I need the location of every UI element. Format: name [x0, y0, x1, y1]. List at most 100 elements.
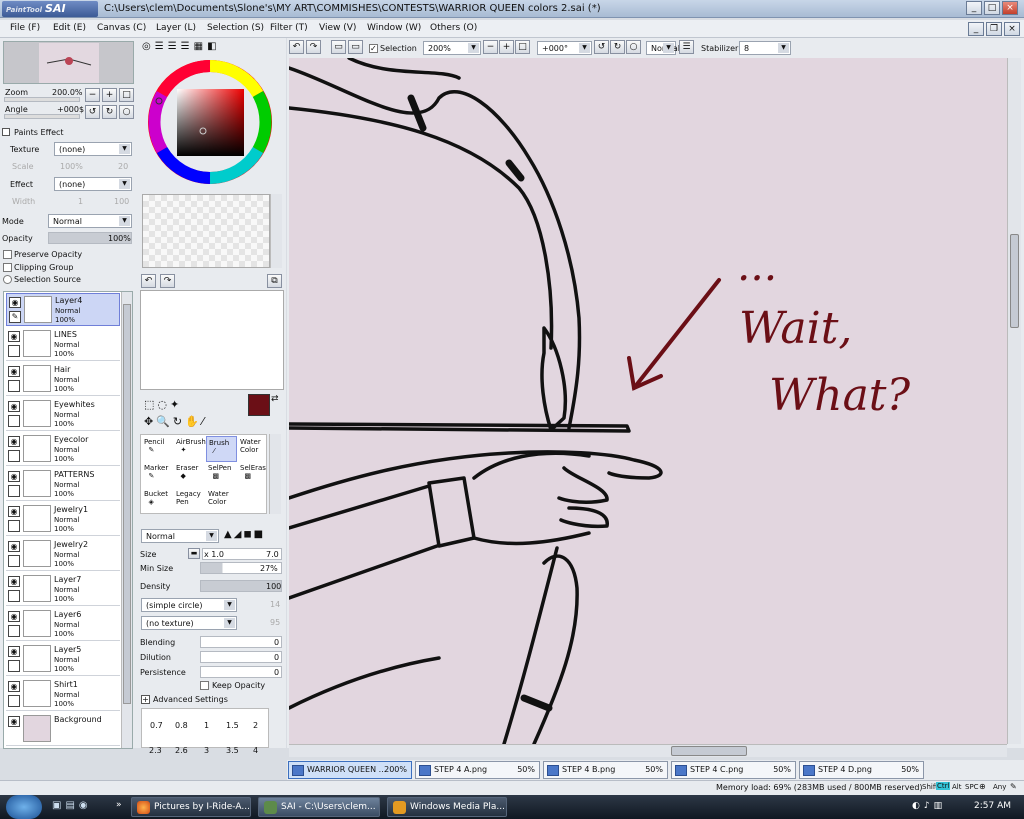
lock-checkbox[interactable]	[8, 625, 20, 637]
menu-others[interactable]: Others (O)	[430, 23, 477, 33]
size-preset[interactable]: 0.7	[150, 721, 163, 730]
tray-icons[interactable]: ◐♪▥	[912, 801, 946, 811]
size-preset[interactable]: 3	[204, 746, 209, 755]
brush-grid-scrollbar[interactable]	[269, 434, 281, 514]
dilution-slider[interactable]	[200, 651, 282, 663]
layer-row-patterns[interactable]: ◉ PATTERNS Normal 100%	[6, 468, 120, 501]
lock-checkbox[interactable]	[8, 555, 20, 567]
layer-row-eyecolor[interactable]: ◉ Eyecolor Normal 100%	[6, 433, 120, 466]
swatch-redo-button[interactable]: ↷	[160, 274, 175, 288]
invert-selection-button[interactable]: ▭	[348, 40, 363, 54]
edit-pencil-icon[interactable]: ✎	[9, 311, 21, 323]
brush-airbrush[interactable]: AirBrush ✦	[174, 436, 206, 462]
overflow-chevron-icon[interactable]: »	[116, 800, 122, 810]
rotate-right-button[interactable]: ↻	[102, 105, 117, 119]
canvas-zoom-in-button[interactable]: +	[499, 40, 514, 54]
scratchpad[interactable]	[142, 194, 270, 268]
zoom-in-button[interactable]: +	[102, 88, 117, 102]
tab-step4a[interactable]: STEP 4 A.png 50%	[415, 761, 540, 779]
visibility-eye-icon[interactable]: ◉	[8, 646, 20, 657]
brush-eraser[interactable]: Eraser ◆	[174, 462, 205, 488]
brush-seleras[interactable]: SelEras ▩	[238, 462, 269, 488]
visibility-eye-icon[interactable]: ◉	[8, 331, 20, 342]
primary-color-swatch[interactable]	[248, 394, 270, 416]
layer-mode-select[interactable]: Normal	[48, 214, 132, 228]
angle-select[interactable]: +000°	[537, 41, 592, 55]
doc-restore-button[interactable]: ❐	[986, 22, 1002, 36]
lock-checkbox[interactable]	[8, 380, 20, 392]
menu-file[interactable]: File (F)	[10, 23, 40, 33]
flip-button[interactable]: ☰	[679, 40, 694, 54]
swatch-undo-button[interactable]: ↶	[141, 274, 156, 288]
tab-step4d[interactable]: STEP 4 D.png 50%	[799, 761, 924, 779]
visibility-eye-icon[interactable]: ◉	[8, 716, 20, 727]
persistence-slider[interactable]	[200, 666, 282, 678]
tab-warrior-queen[interactable]: WARRIOR QUEEN ... 200%	[288, 761, 412, 779]
menu-filter[interactable]: Filter (T)	[270, 23, 308, 33]
brush-blend-select[interactable]: Normal	[141, 529, 219, 543]
clock[interactable]: 2:57 AM	[974, 801, 1011, 811]
menu-edit[interactable]: Edit (E)	[53, 23, 86, 33]
layer-row-layer4[interactable]: ◉ ✎ Layer4 Normal 100%	[6, 293, 120, 326]
layer-row-layer5[interactable]: ◉ Layer5 Normal 100%	[6, 643, 120, 676]
zoom-select[interactable]: 200%	[423, 41, 481, 55]
minimize-button[interactable]: _	[966, 1, 982, 15]
menu-view[interactable]: View (V)	[319, 23, 356, 33]
selection-source-checkbox[interactable]	[3, 275, 12, 284]
brush-shape-icons[interactable]: ▲◢◼■	[224, 529, 265, 540]
lock-checkbox[interactable]	[8, 450, 20, 462]
brush-pencil[interactable]: Pencil ✎	[142, 436, 173, 462]
canvas-zoom-out-button[interactable]: −	[483, 40, 498, 54]
canvas-rotate-right-button[interactable]: ↻	[610, 40, 625, 54]
zoom-slider[interactable]	[4, 97, 80, 102]
size-lock-button[interactable]: ▬	[188, 548, 200, 559]
expand-icon[interactable]: +	[141, 695, 150, 704]
swap-colors-icon[interactable]: ⇄	[271, 394, 279, 404]
brush-brush[interactable]: Brush ⁄	[206, 436, 237, 462]
scratchpad-scrollbar[interactable]	[270, 194, 282, 268]
canvas-rotate-left-button[interactable]: ↺	[594, 40, 609, 54]
size-preset[interactable]: 2.6	[175, 746, 188, 755]
brush-shape-select[interactable]: (simple circle)	[141, 598, 237, 612]
color-mode-icons[interactable]: ◎☰☰☰▦◧	[142, 41, 221, 52]
collapse-icon[interactable]	[2, 128, 10, 136]
lock-checkbox[interactable]	[8, 345, 20, 357]
lock-checkbox[interactable]	[8, 590, 20, 602]
swatch-options-button[interactable]: ⧉	[267, 274, 282, 288]
lock-checkbox[interactable]	[8, 695, 20, 707]
lock-checkbox[interactable]	[8, 485, 20, 497]
brush-bucket[interactable]: Bucket ◈	[142, 488, 173, 514]
taskbar-firefox[interactable]: Pictures by I-Ride-A...	[131, 797, 251, 817]
blending-slider[interactable]	[200, 636, 282, 648]
zoom-reset-button[interactable]: □	[119, 88, 134, 102]
stabilizer-select[interactable]: 8	[739, 41, 791, 55]
layer-row-lines[interactable]: ◉ LINES Normal 100%	[6, 328, 120, 361]
layer-row-jewelry2[interactable]: ◉ Jewelry2 Normal 100%	[6, 538, 120, 571]
brush-watercolor-2[interactable]: Water Color	[206, 488, 237, 514]
visibility-eye-icon[interactable]: ◉	[8, 366, 20, 377]
doc-close-button[interactable]: ×	[1004, 22, 1020, 36]
maximize-button[interactable]: □	[984, 1, 1000, 15]
size-preset[interactable]: 1.5	[226, 721, 239, 730]
brush-legacy-pen[interactable]: Legacy Pen	[174, 488, 205, 514]
visibility-eye-icon[interactable]: ◉	[8, 401, 20, 412]
canvas-blend-select[interactable]: Normal	[646, 41, 680, 55]
clipping-group-checkbox[interactable]	[3, 263, 12, 272]
deselect-button[interactable]: ▭	[331, 40, 346, 54]
close-button[interactable]: ×	[1002, 1, 1018, 15]
size-preset[interactable]: 4	[253, 746, 258, 755]
undo-button[interactable]: ↶	[289, 40, 304, 54]
taskbar-wmp[interactable]: Windows Media Pla...	[387, 797, 507, 817]
size-preset[interactable]: 2.3	[149, 746, 162, 755]
lock-checkbox[interactable]	[8, 520, 20, 532]
visibility-eye-icon[interactable]: ◉	[8, 611, 20, 622]
menu-layer[interactable]: Layer (L)	[156, 23, 196, 33]
menu-window[interactable]: Window (W)	[367, 23, 421, 33]
view-tools-icons[interactable]: ✥🔍↻✋⁄	[144, 415, 207, 428]
size-preset[interactable]: 3.5	[226, 746, 239, 755]
visibility-eye-icon[interactable]: ◉	[8, 541, 20, 552]
advanced-settings-label[interactable]: Advanced Settings	[153, 695, 228, 704]
visibility-eye-icon[interactable]: ◉	[8, 471, 20, 482]
brush-texture-select[interactable]: (no texture)	[141, 616, 237, 630]
canvas-horizontal-scrollbar[interactable]	[289, 744, 1007, 757]
